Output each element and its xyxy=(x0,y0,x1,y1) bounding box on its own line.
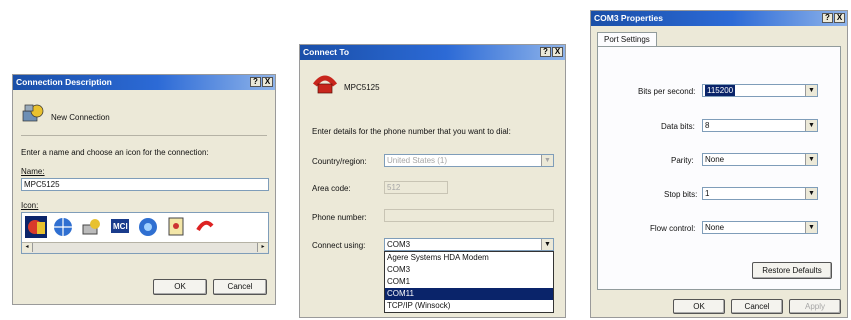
chevron-down-icon[interactable]: ▼ xyxy=(805,188,817,199)
tab-panel: Bits per second: 115200 ▼ Data bits: 8 ▼… xyxy=(597,46,841,290)
close-button[interactable]: X xyxy=(262,77,273,87)
header-text: New Connection xyxy=(51,113,110,122)
red-phone-icon xyxy=(196,220,214,232)
chevron-down-icon[interactable]: ▼ xyxy=(805,154,817,165)
title-bar[interactable]: COM3 Properties ? X xyxy=(591,11,847,26)
flow-control-label: Flow control: xyxy=(650,224,696,233)
svg-text:MCI: MCI xyxy=(113,222,128,231)
phone-book-icon xyxy=(28,220,45,234)
icon-label: Icon: xyxy=(21,201,39,210)
connection-description-dialog: Connection Description ? X New Connectio… xyxy=(12,74,276,305)
telephone-icon xyxy=(312,75,338,94)
parity-select[interactable]: None ▼ xyxy=(702,153,818,166)
name-field[interactable]: MPC5125 xyxy=(21,178,269,191)
title-bar[interactable]: Connection Description ? X xyxy=(13,75,275,90)
name-label: Name: xyxy=(21,167,45,176)
com3-properties-dialog: COM3 Properties ? X Port Settings Bits p… xyxy=(590,10,848,318)
icon-list[interactable]: MCI ◂ ▸ xyxy=(21,212,269,254)
area-code-label: Area code: xyxy=(312,184,351,193)
chevron-down-icon: ▼ xyxy=(541,155,553,166)
cancel-button[interactable]: Cancel xyxy=(213,279,267,295)
bits-per-second-select[interactable]: 115200 ▼ xyxy=(702,84,818,97)
cancel-button[interactable]: Cancel xyxy=(731,299,783,314)
icon-option[interactable] xyxy=(137,216,159,238)
restore-defaults-button[interactable]: Restore Defaults xyxy=(752,262,832,279)
dropdown-option[interactable]: Agere Systems HDA Modem xyxy=(385,252,553,264)
dropdown-option[interactable]: COM1 xyxy=(385,276,553,288)
chevron-down-icon[interactable]: ▼ xyxy=(805,222,817,233)
phone-connection-icon xyxy=(22,104,44,122)
horizontal-scrollbar[interactable]: ◂ ▸ xyxy=(22,242,268,253)
help-button[interactable]: ? xyxy=(540,47,551,57)
dropdown-option[interactable]: COM11 xyxy=(385,288,553,300)
document-icon xyxy=(168,217,184,236)
dialog-title: Connect To xyxy=(303,47,350,57)
phone-number-label: Phone number: xyxy=(312,213,367,222)
icon-option[interactable] xyxy=(165,216,187,238)
prompt-text: Enter a name and choose an icon for the … xyxy=(21,148,209,157)
connect-using-select[interactable]: COM3 ▼ xyxy=(384,238,554,251)
scroll-right-arrow-icon[interactable]: ▸ xyxy=(257,243,268,252)
apply-button[interactable]: Apply xyxy=(789,299,841,314)
dialog-title: COM3 Properties xyxy=(594,13,663,23)
parity-label: Parity: xyxy=(671,156,694,165)
ok-button[interactable]: OK xyxy=(673,299,725,314)
network-globe-icon xyxy=(139,218,157,236)
dropdown-option[interactable]: COM3 xyxy=(385,264,553,276)
country-select[interactable]: United States (1) ▼ xyxy=(384,154,554,167)
ok-button[interactable]: OK xyxy=(153,279,207,295)
chevron-down-icon[interactable]: ▼ xyxy=(541,239,553,250)
data-bits-label: Data bits: xyxy=(661,122,695,131)
selected-icon[interactable] xyxy=(25,216,47,238)
close-button[interactable]: X xyxy=(552,47,563,57)
scroll-left-arrow-icon[interactable]: ◂ xyxy=(22,243,33,252)
phone-number-field[interactable] xyxy=(384,209,554,222)
bits-per-second-label: Bits per second: xyxy=(638,87,696,96)
icon-option[interactable] xyxy=(194,216,216,238)
dialog-title: Connection Description xyxy=(16,77,112,87)
mci-icon: MCI xyxy=(111,219,129,233)
connect-to-dialog: Connect To ? X MPC5125 Enter details for… xyxy=(299,44,566,318)
separator xyxy=(21,135,267,136)
help-button[interactable]: ? xyxy=(822,13,833,23)
help-button[interactable]: ? xyxy=(250,77,261,87)
prompt-text: Enter details for the phone number that … xyxy=(312,127,511,136)
stop-bits-select[interactable]: 1 ▼ xyxy=(702,187,818,200)
connect-using-dropdown[interactable]: Agere Systems HDA Modem COM3 COM1 COM11 TCP/… xyxy=(384,251,554,313)
data-bits-select[interactable]: 8 ▼ xyxy=(702,119,818,132)
country-label: Country/region: xyxy=(312,157,367,166)
title-bar[interactable]: Connect To ? X xyxy=(300,45,565,60)
icon-option[interactable] xyxy=(52,216,74,238)
flow-control-select[interactable]: None ▼ xyxy=(702,221,818,234)
dropdown-option[interactable]: TCP/IP (Winsock) xyxy=(385,300,553,312)
icon-option[interactable] xyxy=(80,216,102,238)
tab-port-settings[interactable]: Port Settings xyxy=(597,32,657,47)
phone-icon xyxy=(82,219,100,235)
globe-icon xyxy=(54,218,72,236)
close-button[interactable]: X xyxy=(834,13,845,23)
connection-name: MPC5125 xyxy=(344,83,380,92)
stop-bits-label: Stop bits: xyxy=(664,190,698,199)
icon-option[interactable]: MCI xyxy=(109,216,131,238)
chevron-down-icon[interactable]: ▼ xyxy=(805,120,817,131)
chevron-down-icon[interactable]: ▼ xyxy=(805,85,817,96)
connect-using-label: Connect using: xyxy=(312,241,366,250)
area-code-field[interactable]: 512 xyxy=(384,181,448,194)
